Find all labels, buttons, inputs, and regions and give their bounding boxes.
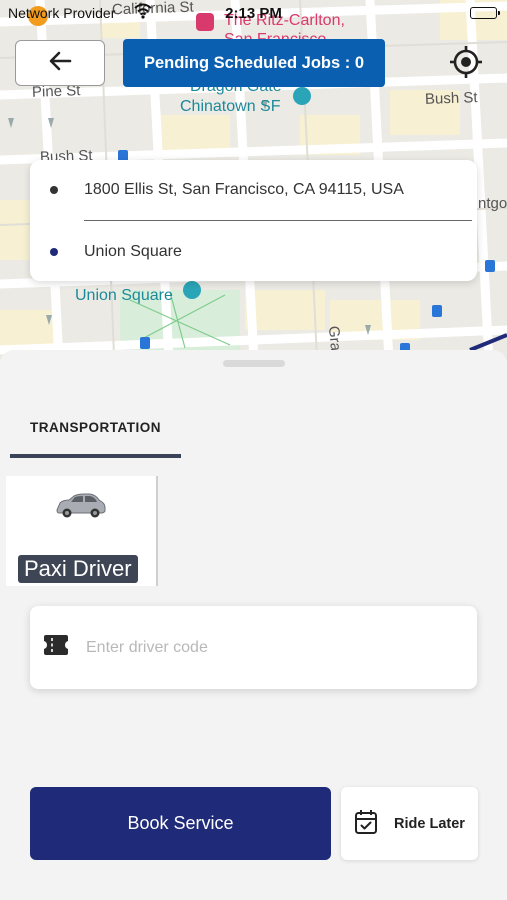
vehicle-name: Paxi Driver — [18, 555, 138, 583]
bottom-sheet: TRANSPORTATION Paxi Driver Enter driver … — [0, 350, 507, 900]
address-divider — [84, 220, 472, 221]
driver-code-input[interactable] — [86, 638, 426, 657]
map-poi-label: Chinatown SF — [180, 98, 281, 115]
book-service-button[interactable]: Book Service — [30, 787, 331, 860]
pickup-dot-icon — [50, 186, 58, 194]
pending-jobs-button[interactable]: Pending Scheduled Jobs : 0 — [123, 39, 385, 87]
map-street-label: Bush St — [424, 89, 478, 108]
clock: 2:13 PM — [225, 5, 282, 22]
calendar-check-icon — [354, 809, 378, 839]
pickup-address: 1800 Ellis St, San Francisco, CA 94115, … — [84, 181, 404, 198]
map-street-label: Gra — [324, 325, 345, 352]
dropoff-address-row[interactable]: Union Square — [30, 232, 477, 272]
dropoff-dot-icon — [50, 248, 58, 256]
sheet-drag-handle[interactable] — [223, 360, 285, 367]
ride-later-label: Ride Later — [394, 815, 465, 832]
driver-code-field[interactable] — [30, 606, 477, 689]
dropoff-address: Union Square — [84, 243, 182, 260]
status-bar: Network Provider 2:13 PM — [0, 0, 507, 26]
car-icon — [54, 492, 106, 525]
battery-icon — [470, 7, 500, 19]
address-card: 1800 Ellis St, San Francisco, CA 94115, … — [30, 160, 477, 281]
tab-transportation[interactable]: TRANSPORTATION — [10, 420, 181, 458]
vehicle-option-paxi-driver[interactable]: Paxi Driver — [6, 476, 158, 586]
back-button[interactable] — [15, 40, 105, 86]
ride-later-button[interactable]: Ride Later — [341, 787, 478, 860]
ticket-icon — [42, 634, 70, 661]
pickup-address-row[interactable]: 1800 Ellis St, San Francisco, CA 94115, … — [30, 170, 477, 210]
map-poi-label: Union Square — [75, 287, 173, 304]
arrow-left-icon — [48, 51, 72, 76]
current-location-button[interactable] — [444, 42, 488, 86]
map-street-label: ntgo — [478, 195, 507, 212]
crosshair-icon — [448, 44, 484, 85]
